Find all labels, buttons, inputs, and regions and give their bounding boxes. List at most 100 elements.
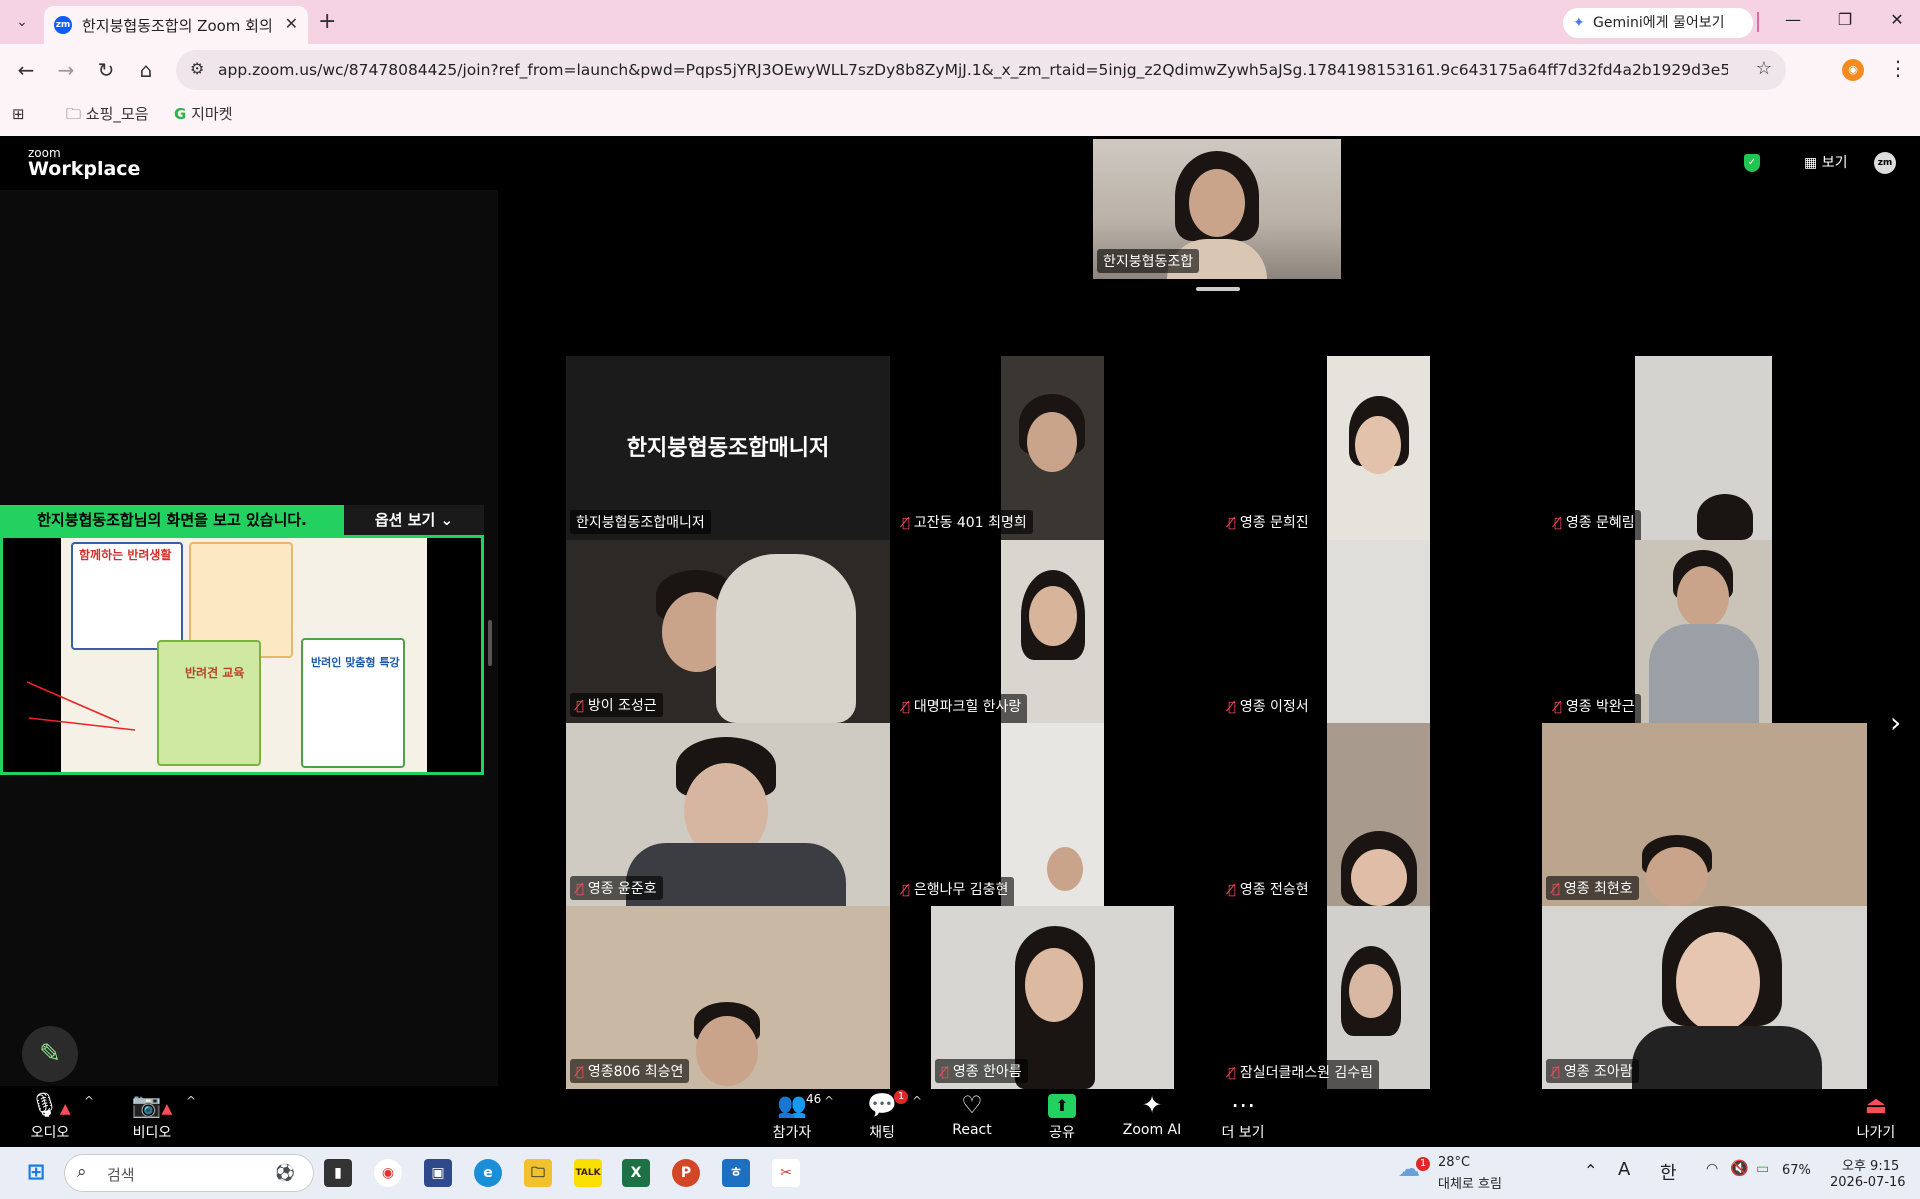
wifi-icon[interactable]: ◠ [1706, 1161, 1718, 1177]
share-button[interactable]: ⬆ 공유 [1040, 1090, 1084, 1142]
extension-icon[interactable]: ◉ [1842, 59, 1864, 81]
remote-desktop-icon[interactable]: ▣ [424, 1159, 452, 1187]
clock-time[interactable]: 오후 9:15 [1842, 1155, 1899, 1174]
close-window-icon[interactable]: ✕ [1882, 10, 1912, 29]
react-button[interactable]: ♡ React [948, 1090, 996, 1138]
speaker-scroll-indicator[interactable] [1196, 287, 1240, 291]
hangul-icon[interactable]: ㅎ [722, 1159, 750, 1187]
file-explorer-icon[interactable]: 🗀 [524, 1159, 552, 1187]
participant-tile[interactable] [1635, 540, 1772, 723]
powerpoint-icon[interactable]: P [672, 1159, 700, 1187]
clock-date[interactable]: 2026-07-16 [1830, 1175, 1906, 1190]
zoom-workplace-logo: Workplace [28, 158, 141, 180]
participant-tile[interactable] [1635, 356, 1772, 540]
excel-icon[interactable]: X [622, 1159, 650, 1187]
kakaotalk-icon[interactable]: TALK [574, 1159, 602, 1187]
user-avatar[interactable]: zm [1874, 152, 1896, 174]
shared-screen-content[interactable]: 함께하는 반려생활 반려견 교육 반려인 맞춤형 특강 [0, 535, 484, 775]
forward-arrow-icon[interactable]: → [54, 58, 78, 82]
participant-tile[interactable]: 🎙̸ 방이 조성근 [566, 540, 890, 723]
bookmark-gmarket[interactable]: G 지마켓 [174, 102, 233, 126]
battery-icon[interactable]: ▭ [1756, 1161, 1769, 1177]
participant-tile[interactable]: 🎙̸ 영종 한아름 [931, 906, 1174, 1089]
task-view-icon[interactable]: ▮ [324, 1159, 352, 1187]
participant-name: 🎙̸ 방이 조성근 [570, 693, 663, 717]
tray-overflow-chevron-icon[interactable]: ⌃ [1584, 1161, 1597, 1180]
panel-resize-handle[interactable] [488, 620, 492, 666]
back-arrow-icon[interactable]: ← [14, 58, 38, 82]
active-speaker-video[interactable]: 한지붕협동조합 [1093, 139, 1341, 279]
minimize-icon[interactable]: — [1778, 10, 1808, 29]
windows-start-icon[interactable]: ⊞ [22, 1159, 50, 1187]
security-shield-icon[interactable]: ✓ [1744, 154, 1760, 172]
person-face [1646, 847, 1708, 906]
new-tab-plus-icon[interactable]: + [318, 9, 336, 34]
next-page-chevron-icon[interactable]: › [1890, 706, 1901, 739]
participant-name: 한지붕협동조합 [1097, 249, 1200, 273]
audio-button[interactable]: 🎙▲ 오디오 [26, 1090, 74, 1142]
ime-a-label[interactable]: A [1618, 1159, 1630, 1180]
participant-name: 🎙̸ 고잔동 401 최명희 [896, 510, 1033, 534]
person-face [1351, 849, 1407, 906]
restore-icon[interactable]: ❐ [1830, 10, 1860, 29]
search-placeholder: 검색 [107, 1166, 135, 1184]
chrome-menu-icon[interactable]: ⋮ [1888, 56, 1908, 80]
apps-grid-icon[interactable]: ⊞ [12, 102, 25, 126]
participant-tile[interactable] [1327, 540, 1430, 723]
muted-mic-icon: 🎙̸ [1554, 700, 1562, 715]
participant-tile[interactable]: 🎙̸ 영종 조아람 [1542, 906, 1867, 1089]
bookmark-folder-shopping[interactable]: 🗀 쇼핑_모음 [66, 102, 149, 126]
view-options-button[interactable]: 옵션 보기 ⌄ [344, 505, 484, 535]
battery-percent: 67% [1782, 1163, 1811, 1178]
gemini-label: Gemini에게 물어보기 [1593, 15, 1725, 31]
reload-icon[interactable]: ↻ [94, 58, 118, 82]
annotate-pen-icon[interactable]: ✎ [22, 1026, 78, 1082]
view-button[interactable]: ▦ 보기 [1804, 152, 1847, 172]
participants-caret-icon[interactable]: ^ [824, 1094, 834, 1108]
chat-bubble-icon: 💬 1 [862, 1090, 908, 1122]
bookmark-star-icon[interactable]: ☆ [1756, 58, 1772, 79]
close-tab-icon[interactable]: ✕ [285, 14, 298, 33]
muted-mic-icon: 🎙̸ [1228, 516, 1236, 531]
participant-tile[interactable] [1327, 356, 1430, 540]
participant-tile[interactable]: 🎙̸ 영종 최현호 [1542, 723, 1867, 906]
options-label: 옵션 보기 [374, 511, 436, 529]
url-text[interactable]: app.zoom.us/wc/87478084425/join?ref_from… [218, 61, 1728, 79]
edge-icon[interactable]: e [474, 1159, 502, 1187]
gemini-button[interactable]: ✦ Gemini에게 물어보기 [1563, 8, 1753, 38]
video-button[interactable]: 📷▲ 비디오 [126, 1090, 178, 1142]
participant-tile[interactable]: 한지붕협동조합매니저 한지붕협동조합매니저 [566, 356, 890, 540]
tab-search-chevron-icon[interactable]: ⌄ [10, 10, 34, 34]
address-bar[interactable]: ⚙ app.zoom.us/wc/87478084425/join?ref_fr… [176, 50, 1786, 90]
weather-widget-icon[interactable]: ☁ 1 [1398, 1157, 1430, 1189]
participant-tile[interactable] [1327, 723, 1430, 906]
participant-tile[interactable] [1001, 723, 1104, 906]
more-button[interactable]: ⋯ 더 보기 [1216, 1090, 1270, 1142]
chrome-icon[interactable]: ◉ [374, 1159, 402, 1187]
audio-options-caret-icon[interactable]: ^ [84, 1094, 94, 1108]
home-icon[interactable]: ⌂ [134, 58, 158, 82]
ime-hangul-label[interactable]: 한 [1660, 1159, 1677, 1185]
person-face [1349, 964, 1393, 1018]
video-options-caret-icon[interactable]: ^ [186, 1094, 196, 1108]
weather-temp[interactable]: 28°C [1438, 1155, 1470, 1170]
site-info-icon[interactable]: ⚙ [190, 59, 204, 78]
chat-caret-icon[interactable]: ^ [912, 1094, 922, 1108]
zoom-ai-button[interactable]: ✦ Zoom AI [1120, 1090, 1184, 1138]
taskbar-search[interactable]: ⌕ 검색 ⚽ [64, 1154, 314, 1192]
leave-button[interactable]: ⏏ 나가기 [1852, 1090, 1900, 1142]
bookmarks-bar: ⊞ 🗀 쇼핑_모음 G 지마켓 [0, 96, 1920, 136]
video-label: 비디오 [132, 1125, 172, 1141]
browser-tab-zoom[interactable]: zm 한지붕협동조합의 Zoom 회의 ✕ [44, 6, 308, 44]
chat-button[interactable]: 💬 1 채팅 [862, 1090, 908, 1142]
person-face [696, 1016, 758, 1086]
weather-badge: 1 [1416, 1157, 1430, 1171]
weather-desc[interactable]: 대체로 흐림 [1438, 1173, 1502, 1192]
speaker-muted-icon[interactable]: 🔇 [1730, 1159, 1749, 1177]
poster-training: 반려견 교육 [157, 640, 261, 766]
participant-tile[interactable]: 🎙̸ 영종806 최승연 [566, 906, 890, 1089]
muted-mic-icon: 🎙̸ [1228, 883, 1236, 898]
snipping-tool-icon[interactable]: ✂ [772, 1159, 800, 1187]
participant-tile[interactable]: 🎙̸ 영종 윤준호 [566, 723, 890, 906]
leave-label: 나가기 [1856, 1125, 1896, 1141]
